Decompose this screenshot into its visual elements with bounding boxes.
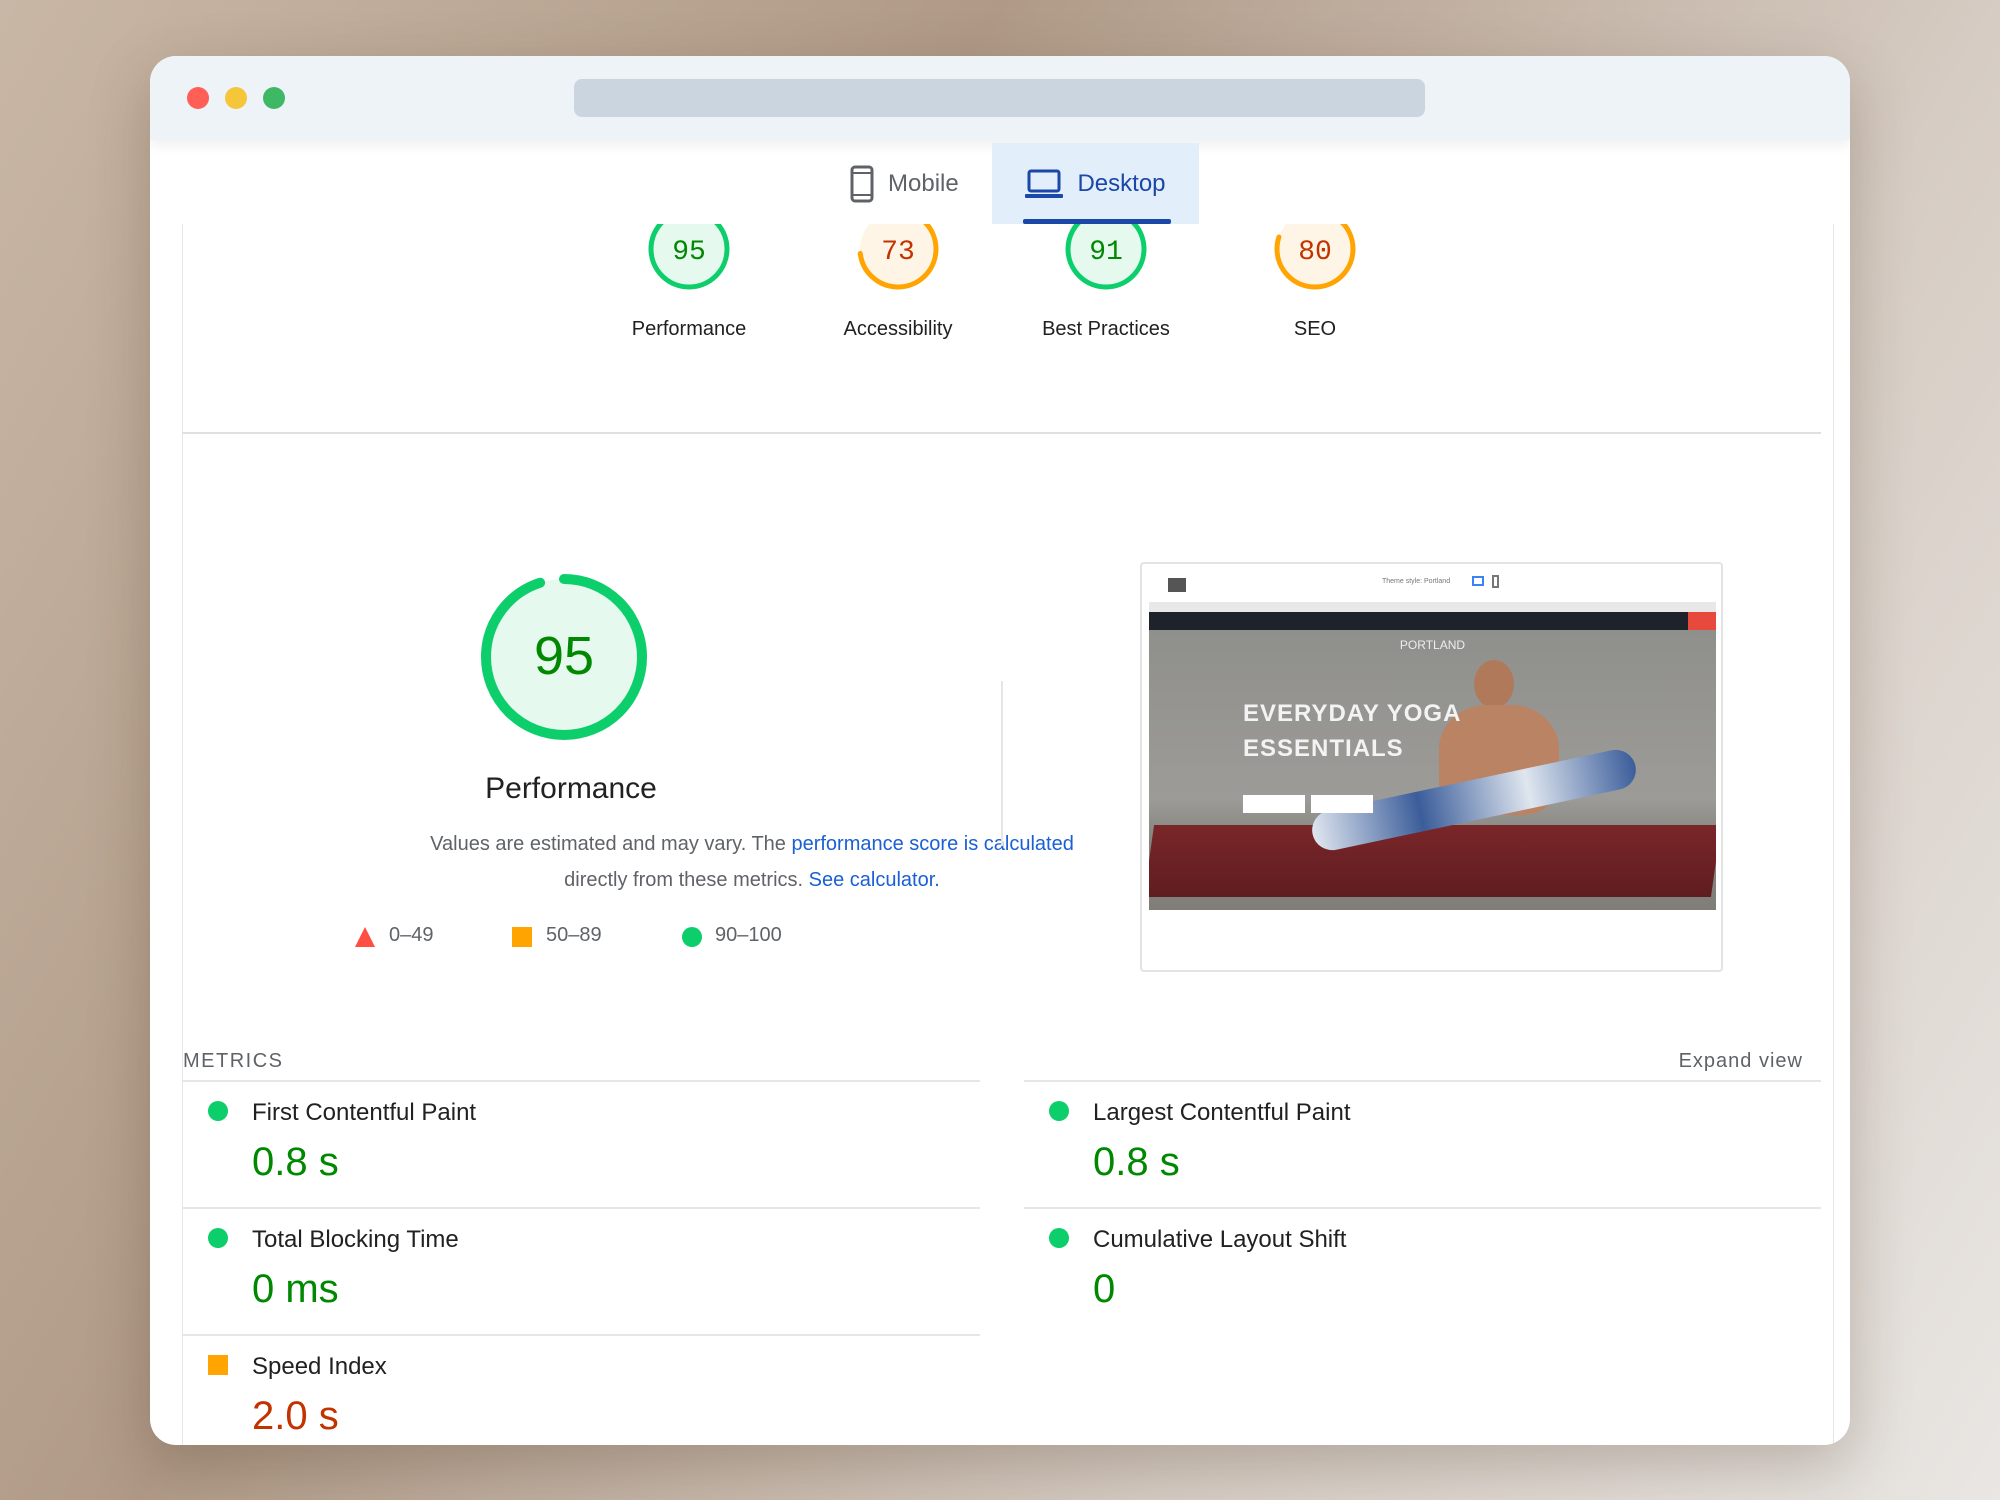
hero-button xyxy=(1243,795,1305,813)
metric-item: Cumulative Layout Shift 0 xyxy=(1024,1207,1821,1334)
circle-icon xyxy=(208,1101,228,1121)
legend-good: 90–100 xyxy=(715,924,782,946)
category-label: Accessibility xyxy=(843,318,953,340)
legend-average: 50–89 xyxy=(546,924,602,946)
site-logo xyxy=(1168,578,1186,592)
hero-image: PORTLAND EVERYDAY YOGA ESSENTIALS xyxy=(1149,630,1716,910)
triangle-icon xyxy=(355,927,375,947)
see-calculator-link[interactable]: See calculator. xyxy=(809,869,940,891)
circle-icon xyxy=(208,1228,228,1248)
metric-value: 0 ms xyxy=(252,1267,339,1311)
score-value: 73 xyxy=(881,237,915,268)
metric-label: Speed Index xyxy=(252,1353,387,1380)
hero-button xyxy=(1311,795,1373,813)
category-label: Performance xyxy=(631,318,747,340)
expand-view-button[interactable]: Expand view xyxy=(1679,1050,1803,1073)
divider xyxy=(183,1334,980,1336)
report-panel: 95 Performance 73 Accessibility 91 Best … xyxy=(182,224,1834,1445)
tab-label: Mobile xyxy=(888,169,959,197)
metrics-header: METRICS xyxy=(183,1050,284,1072)
performance-gauge: 95 xyxy=(481,574,647,740)
divider xyxy=(1024,1207,1821,1209)
score-gauge: 91 xyxy=(1065,224,1147,290)
score-value: 95 xyxy=(672,237,706,268)
performance-title: Performance xyxy=(485,772,657,805)
desc-text: directly from these metrics. xyxy=(564,869,809,891)
minimize-window-button[interactable] xyxy=(225,87,247,109)
divider xyxy=(183,1080,980,1082)
maximize-window-button[interactable] xyxy=(263,87,285,109)
hero-headline: EVERYDAY YOGA xyxy=(1243,700,1462,727)
performance-description: Values are estimated and may vary. The p… xyxy=(352,833,1152,856)
phone-icon xyxy=(850,165,874,202)
metric-item: Largest Contentful Paint 0.8 s xyxy=(1024,1080,1821,1207)
metric-value: 0.8 s xyxy=(252,1140,339,1184)
square-icon xyxy=(208,1355,228,1375)
hero-headline-2: ESSENTIALS xyxy=(1243,735,1404,762)
divider xyxy=(183,1207,980,1209)
site-brand: PORTLAND xyxy=(1399,638,1466,652)
metric-label: Total Blocking Time xyxy=(252,1226,459,1253)
circle-icon xyxy=(682,927,702,947)
performance-description-2: directly from these metrics. See calcula… xyxy=(352,869,1152,892)
metric-label: Cumulative Layout Shift xyxy=(1093,1226,1347,1253)
browser-window: Mobile Desktop 95 Performance 73 Accessi… xyxy=(150,56,1850,1445)
score-calculated-link[interactable]: performance score is calculated xyxy=(791,833,1073,855)
tab-desktop[interactable]: Desktop xyxy=(992,143,1199,224)
category-accessibility[interactable]: 73 Accessibility xyxy=(798,224,998,341)
metric-value: 0.8 s xyxy=(1093,1140,1180,1184)
laptop-icon xyxy=(1025,169,1064,198)
metric-label: First Contentful Paint xyxy=(252,1099,477,1126)
metric-item: First Contentful Paint 0.8 s xyxy=(183,1080,980,1207)
metric-label: Largest Contentful Paint xyxy=(1093,1099,1351,1126)
announcement-bar xyxy=(1149,602,1716,612)
score-value: 80 xyxy=(1298,237,1332,268)
desc-text: Values are estimated and may vary. The xyxy=(430,833,792,855)
mobile-preview-icon xyxy=(1492,575,1499,588)
circle-icon xyxy=(1049,1228,1069,1248)
tab-mobile[interactable]: Mobile xyxy=(820,143,989,224)
metric-value: 0 xyxy=(1093,1267,1116,1311)
divider xyxy=(1024,1080,1821,1082)
divider xyxy=(183,432,1821,434)
metric-item: Total Blocking Time 0 ms xyxy=(183,1207,980,1334)
legend-poor: 0–49 xyxy=(389,924,434,946)
metric-item: Speed Index 2.0 s xyxy=(183,1334,980,1445)
metric-value: 2.0 s xyxy=(252,1394,339,1438)
performance-score: 95 xyxy=(534,626,594,686)
square-icon xyxy=(512,927,532,947)
top-nav-bar xyxy=(1149,612,1716,630)
category-performance[interactable]: 95 Performance xyxy=(589,224,789,341)
vertical-divider xyxy=(1001,681,1003,846)
score-legend: 0–49 50–89 90–100 xyxy=(354,924,854,954)
desktop-preview-icon xyxy=(1472,576,1484,586)
category-label: SEO xyxy=(1293,318,1337,340)
category-best-practices[interactable]: 91 Best Practices xyxy=(1006,224,1206,341)
circle-icon xyxy=(1049,1101,1069,1121)
close-window-button[interactable] xyxy=(187,87,209,109)
score-gauge: 80 xyxy=(1274,224,1356,290)
page-screenshot-thumbnail[interactable]: Theme style: Portland PORTLAND EVERYDAY … xyxy=(1140,562,1723,972)
theme-style-text: Theme style: Portland xyxy=(1382,578,1451,585)
score-gauge: 73 xyxy=(857,224,939,290)
category-label: Best Practices xyxy=(1042,318,1170,340)
category-seo[interactable]: 80 SEO xyxy=(1215,224,1415,341)
tab-label: Desktop xyxy=(1077,169,1166,197)
score-gauge: 95 xyxy=(648,224,730,290)
address-bar[interactable] xyxy=(574,79,1425,117)
title-bar xyxy=(150,56,1850,140)
score-value: 91 xyxy=(1089,237,1123,268)
